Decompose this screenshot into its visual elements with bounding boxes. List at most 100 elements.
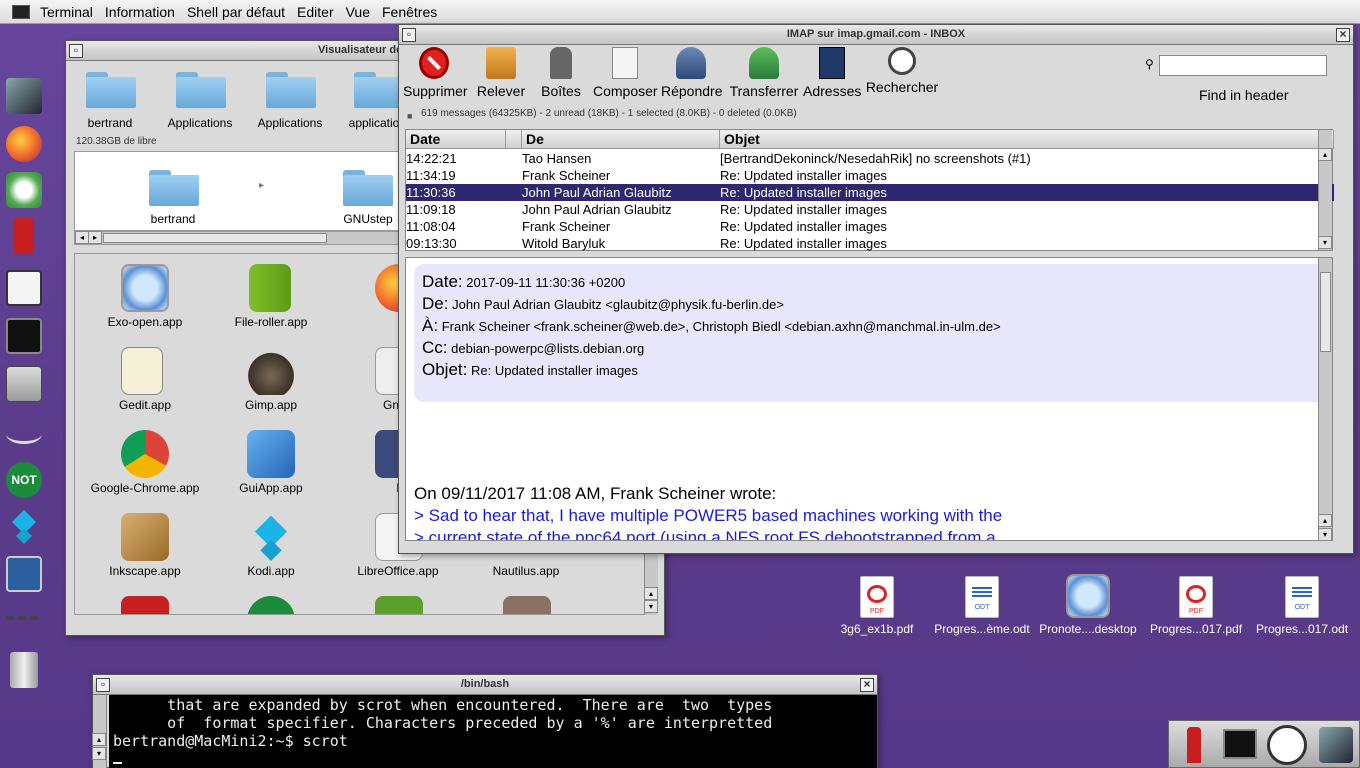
file-roller-icon[interactable]	[249, 264, 291, 312]
disk-icon[interactable]	[6, 366, 42, 402]
terminal-tray-icon[interactable]	[1223, 729, 1257, 759]
scroll-thumb[interactable]	[103, 233, 327, 243]
pdf-file-icon[interactable]: PDF	[860, 576, 894, 618]
scroll-down-arrow[interactable]: ▾	[92, 747, 106, 760]
desktop-file-icon[interactable]	[1066, 574, 1110, 618]
pdf-file-icon[interactable]: PDF	[1179, 576, 1213, 618]
folder-icon[interactable]	[343, 170, 393, 206]
table-row-selected[interactable]: 11:30:36 John Paul Adrian Glaubitz Re: U…	[406, 184, 1334, 201]
scroll-up-arrow[interactable]: ▴	[92, 733, 106, 746]
clock-icon[interactable]	[1267, 725, 1307, 765]
compose-button[interactable]: Composer	[593, 47, 658, 99]
forward-icon	[749, 47, 779, 79]
message-list-scrollbar[interactable]: ▴ ▾	[1318, 130, 1332, 250]
applications-folder-icon[interactable]	[176, 72, 226, 108]
search-button[interactable]: Rechercher	[865, 47, 939, 95]
gimp-icon[interactable]	[247, 347, 295, 395]
table-row[interactable]: 11:08:04 Frank Scheiner Re: Updated inst…	[406, 218, 1334, 235]
scroll-down-arrow[interactable]: ▾	[1318, 528, 1332, 540]
kodi-icon[interactable]	[247, 513, 295, 561]
column-flag[interactable]	[506, 130, 522, 149]
table-row[interactable]: 09:13:30 Witold Baryluk Re: Updated inst…	[406, 235, 1334, 251]
scroll-up-arrow[interactable]: ▴	[1318, 514, 1332, 527]
scroll-down-arrow[interactable]: ▾	[644, 600, 658, 613]
app-icon[interactable]	[121, 596, 169, 614]
home-folder-icon[interactable]	[86, 72, 136, 108]
chrome-icon[interactable]	[121, 430, 169, 478]
menu-windows[interactable]: Fenêtres	[376, 4, 443, 20]
minimize-button[interactable]: ▫	[96, 678, 110, 692]
icon-view-scrollbar[interactable]: ▴ ▾	[644, 549, 658, 615]
compose-label: Composer	[593, 83, 658, 99]
user-icon[interactable]	[6, 556, 42, 592]
shelf-item-label: Applications	[167, 116, 233, 130]
scroll-right-arrow[interactable]: ▸	[88, 231, 102, 244]
close-button[interactable]: ×	[1336, 28, 1350, 42]
menu-shell[interactable]: Shell par défaut	[181, 4, 291, 20]
kodi-icon[interactable]	[6, 508, 42, 544]
scroll-left-arrow[interactable]: ◂	[75, 231, 89, 244]
mail-titlebar[interactable]: ▫ IMAP sur imap.gmail.com - INBOX ×	[399, 25, 1353, 45]
row-date: 11:08:04	[406, 219, 456, 234]
terminal-icon[interactable]	[6, 318, 42, 354]
message-view[interactable]: Date: 2017-09-11 11:30:36 +0200 De: John…	[405, 257, 1333, 541]
delete-button[interactable]: Supprimer	[403, 47, 468, 99]
find-in-header-input[interactable]	[1159, 55, 1327, 76]
firefox-icon[interactable]	[6, 126, 42, 162]
scroll-down-arrow[interactable]: ▾	[1318, 236, 1332, 249]
shelf-item-label: bertrand	[87, 116, 133, 130]
odt-file-icon[interactable]: ODT	[965, 576, 999, 618]
mail-tray-icon[interactable]	[1187, 727, 1201, 763]
inkscape-icon[interactable]	[121, 513, 169, 561]
recycler-icon[interactable]	[10, 652, 38, 688]
mail-window: ▫ IMAP sur imap.gmail.com - INBOX × Supp…	[398, 24, 1354, 554]
folder-icon[interactable]	[354, 72, 404, 108]
app-icon[interactable]	[503, 596, 551, 614]
menu-terminal[interactable]: Terminal	[34, 4, 99, 20]
message-view-scrollbar[interactable]: ▴ ▾	[1318, 258, 1332, 540]
gnustep-tray-icon[interactable]	[1319, 727, 1353, 763]
minimize-button[interactable]: ▫	[402, 28, 416, 42]
home-folder-icon[interactable]	[149, 170, 199, 206]
close-button[interactable]: ×	[860, 678, 874, 692]
app-label: Inkscape.app	[109, 564, 181, 578]
app-icon[interactable]	[375, 596, 423, 614]
column-date[interactable]: Date	[406, 130, 506, 149]
scroll-up-arrow[interactable]: ▴	[1318, 148, 1332, 161]
forward-button[interactable]: Transferrer	[729, 47, 799, 99]
terminal-output[interactable]: that are expanded by scrot when encounte…	[109, 695, 877, 768]
scroll-up-arrow[interactable]: ▴	[644, 587, 658, 600]
column-from[interactable]: De	[522, 130, 720, 149]
row-from: Frank Scheiner	[522, 168, 611, 183]
column-subject[interactable]: Objet	[720, 130, 1334, 149]
guiapp-icon[interactable]	[247, 430, 295, 478]
addresses-button[interactable]: Adresses	[803, 47, 861, 99]
mailboxes-button[interactable]: Boîtes	[539, 47, 583, 99]
network-icon[interactable]	[6, 172, 42, 208]
table-row[interactable]: 11:34:19 Frank Scheiner Re: Updated inst…	[406, 167, 1334, 184]
applications-folder-icon[interactable]	[266, 72, 316, 108]
menu-edit[interactable]: Editer	[291, 4, 340, 20]
fetch-button[interactable]: Relever	[475, 47, 527, 99]
gedit-icon[interactable]	[121, 347, 163, 395]
message-list[interactable]: Date De Objet 14:22:21 Tao Hansen [Bertr…	[405, 129, 1334, 251]
odt-file-icon[interactable]: ODT	[1285, 576, 1319, 618]
reply-button[interactable]: Répondre	[661, 47, 723, 99]
not-icon[interactable]: NOT	[6, 462, 42, 498]
textedit-icon[interactable]	[6, 270, 42, 306]
menu-view[interactable]: Vue	[340, 4, 376, 20]
body-line: On 09/11/2017 11:08 AM, Frank Scheiner w…	[414, 484, 777, 503]
table-row[interactable]: 11:09:18 John Paul Adrian Glaubitz Re: U…	[406, 201, 1334, 218]
terminal-scrollbar[interactable]: ▴ ▾	[92, 695, 107, 768]
app-icon[interactable]	[247, 596, 295, 614]
mailbox-icon[interactable]	[14, 218, 34, 254]
menu-information[interactable]: Information	[99, 4, 181, 20]
exo-open-icon[interactable]	[121, 264, 169, 312]
find-label: Find in header	[1199, 87, 1289, 103]
bicycle-icon[interactable]	[6, 424, 42, 444]
terminal-titlebar[interactable]: ▫ /bin/bash ×	[93, 675, 877, 695]
gnustep-icon[interactable]	[6, 78, 42, 114]
minimize-button[interactable]: ▫	[69, 44, 83, 58]
scroll-thumb[interactable]	[1320, 272, 1331, 352]
table-row[interactable]: 14:22:21 Tao Hansen [BertrandDekoninck/N…	[406, 150, 1334, 167]
